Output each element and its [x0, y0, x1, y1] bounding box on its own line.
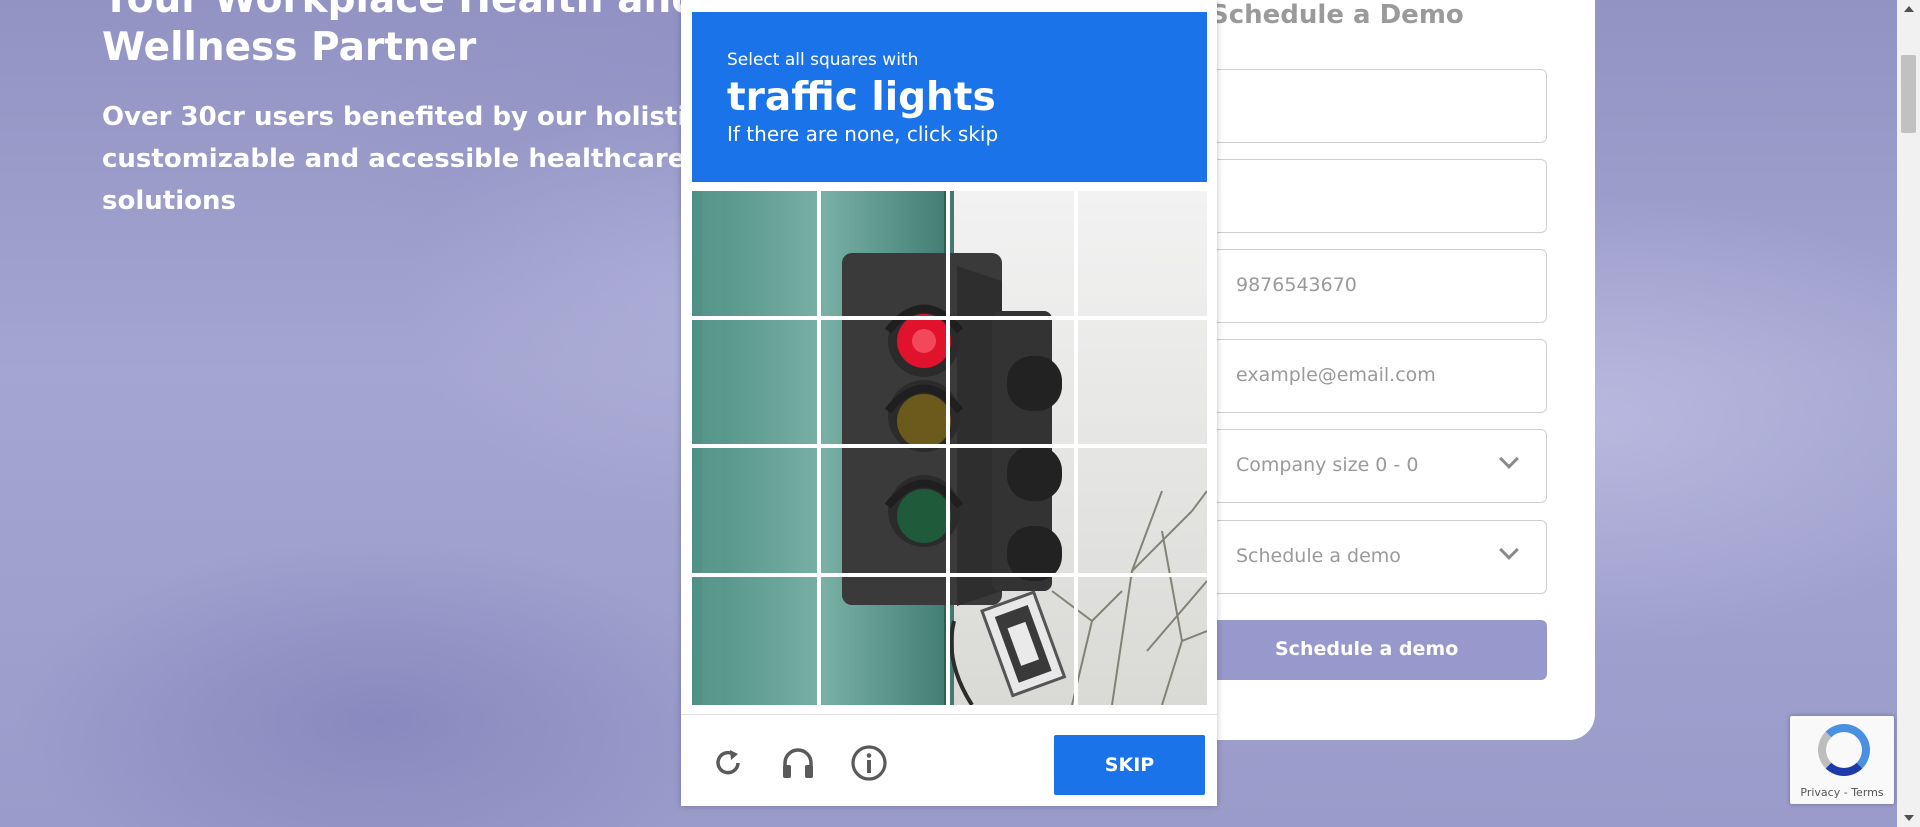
skip-button[interactable]: SKIP: [1054, 735, 1205, 795]
captcha-tile[interactable]: [949, 319, 1079, 448]
reload-button[interactable]: [708, 743, 748, 783]
captcha-tile[interactable]: [820, 448, 950, 577]
name-field[interactable]: [1205, 69, 1547, 143]
captcha-instructions: Select all squares with traffic lights I…: [692, 12, 1207, 182]
demo-form-card: Schedule a Demo 9876543670 example@email…: [1180, 0, 1595, 740]
captcha-tile[interactable]: [692, 448, 821, 577]
schedule-demo-button[interactable]: Schedule a demo: [1205, 620, 1547, 680]
captcha-tile[interactable]: [692, 191, 821, 320]
company-size-value: Company size 0 - 0: [1236, 454, 1419, 476]
reload-icon: [716, 750, 740, 775]
schedule-demo-label: Schedule a demo: [1275, 638, 1459, 660]
captcha-tile[interactable]: [1078, 577, 1207, 706]
phone-field-placeholder: 9876543670: [1236, 274, 1357, 296]
captcha-tile[interactable]: [820, 319, 950, 448]
instruction-target: traffic lights: [727, 75, 996, 120]
captcha-tile[interactable]: [820, 191, 950, 320]
captcha-tile[interactable]: [692, 319, 821, 448]
page-scrollbar[interactable]: [1897, 0, 1920, 827]
info-button[interactable]: [849, 743, 889, 783]
captcha-tile[interactable]: [949, 448, 1079, 577]
chevron-down-icon: [1499, 449, 1519, 469]
email-field-placeholder: example@email.com: [1236, 364, 1436, 386]
demo-type-select[interactable]: Schedule a demo: [1205, 520, 1547, 594]
scroll-up-arrow-icon[interactable]: [1904, 6, 1914, 12]
form-title: Schedule a Demo: [1210, 0, 1464, 30]
captcha-tile[interactable]: [692, 576, 821, 705]
demo-type-value: Schedule a demo: [1236, 545, 1401, 567]
headphones-icon: [783, 748, 813, 778]
captcha-tile[interactable]: [950, 576, 1079, 705]
instruction-hint: If there are none, click skip: [727, 122, 999, 146]
captcha-image-grid: [692, 191, 1207, 705]
captcha-tile-grid: [692, 191, 1207, 705]
captcha-tile[interactable]: [1078, 191, 1207, 320]
captcha-tile[interactable]: [1078, 320, 1207, 448]
recaptcha-badge[interactable]: Privacy - Terms: [1790, 716, 1894, 804]
captcha-tile[interactable]: [1078, 448, 1207, 577]
recaptcha-legal-links[interactable]: Privacy - Terms: [1790, 786, 1894, 799]
captcha-challenge-dialog: Select all squares with traffic lights I…: [681, 0, 1217, 806]
chevron-down-icon: [1499, 540, 1519, 560]
scroll-down-arrow-icon[interactable]: [1904, 815, 1914, 821]
captcha-tile[interactable]: [821, 576, 950, 705]
info-icon: [851, 745, 887, 781]
hero-subtitle: Over 30cr users benefited by our holisti…: [102, 102, 712, 216]
instruction-line: Select all squares with: [727, 50, 919, 70]
audio-challenge-button[interactable]: [778, 743, 818, 783]
company-field[interactable]: [1205, 159, 1547, 233]
company-size-select[interactable]: Company size 0 - 0: [1205, 429, 1547, 503]
recaptcha-logo-icon: [1818, 724, 1870, 776]
phone-field[interactable]: 9876543670: [1205, 249, 1547, 323]
scroll-thumb[interactable]: [1901, 55, 1916, 133]
captcha-tile[interactable]: [949, 191, 1079, 320]
email-field[interactable]: example@email.com: [1205, 339, 1547, 413]
captcha-footer: SKIP: [681, 714, 1217, 807]
